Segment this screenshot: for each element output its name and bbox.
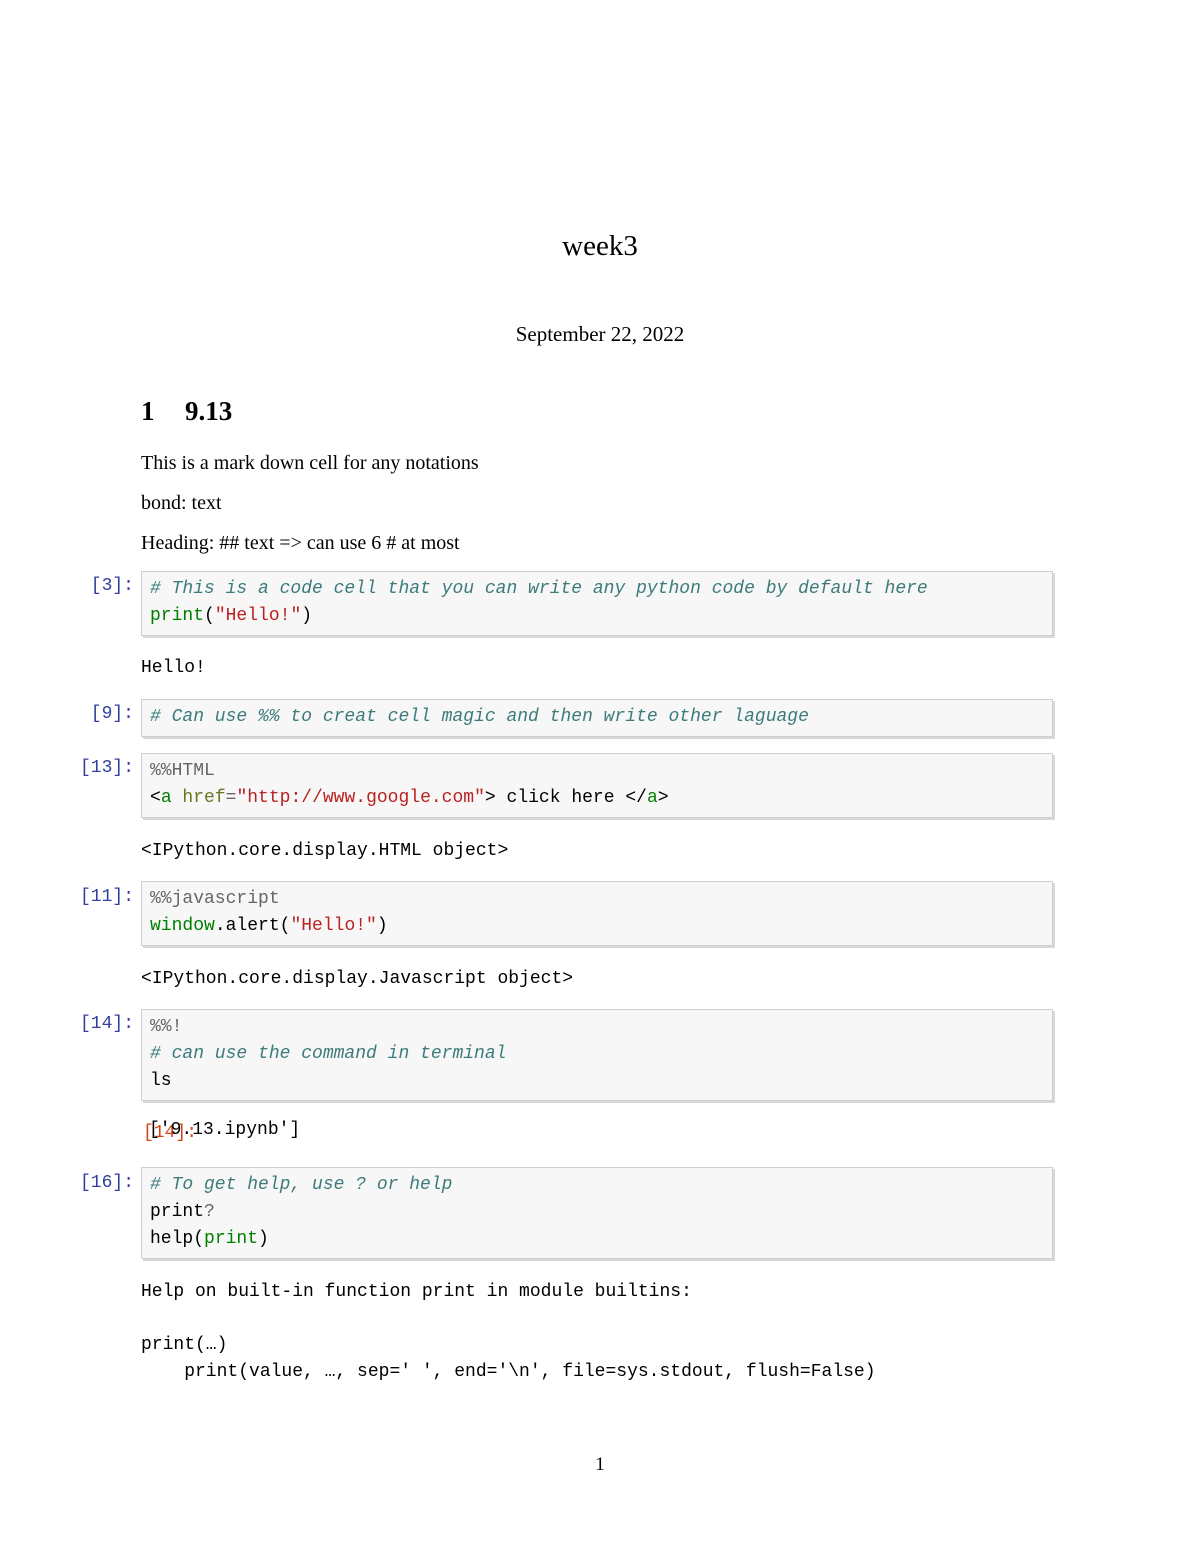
code-punct: > — [657, 788, 669, 808]
code-punct: ) — [301, 606, 313, 626]
code-text: help( — [150, 1229, 205, 1249]
input-prompt: [16]: — [79, 1173, 134, 1193]
code-punct: ) — [376, 916, 388, 936]
code-string: "Hello!" — [214, 606, 302, 626]
section-title: 9.13 — [185, 396, 233, 426]
input-prompt: [9]: — [90, 704, 134, 724]
help-output-line: Help on built-in function print in modul… — [141, 1282, 692, 1302]
code-cell[interactable]: %%! # can use the command in terminal ls — [141, 1009, 1053, 1101]
code-cell[interactable]: # Can use %% to creat cell magic and the… — [141, 699, 1053, 737]
input-prompt: [11]: — [79, 887, 134, 907]
code-punct: > — [484, 788, 496, 808]
code-builtin: window — [150, 916, 215, 936]
document-date: September 22, 2022 — [515, 322, 685, 346]
markdown-line: This is a mark down cell for any notatio… — [141, 452, 479, 474]
code-line: # This is a code cell that you can write… — [150, 576, 1044, 603]
code-string: "Hello!" — [290, 916, 377, 936]
code-cell[interactable]: %%HTML <a href="http://www.google.com"> … — [141, 753, 1053, 818]
code-line: # Can use %% to creat cell magic and the… — [150, 704, 1044, 731]
cell-output: <IPython.core.display.Javascript object> — [141, 969, 574, 989]
code-comment: # This is a code cell that you can write… — [150, 579, 928, 599]
code-builtin: print — [204, 1229, 259, 1249]
code-line: print("Hello!") — [150, 603, 1044, 630]
code-comment: # To get help, use ? or help — [150, 1175, 453, 1195]
code-cell[interactable]: # This is a code cell that you can write… — [141, 571, 1053, 636]
code-line: %%! — [150, 1014, 1044, 1041]
code-text: click here — [495, 788, 626, 808]
code-builtin: print — [150, 606, 205, 626]
code-cell[interactable]: %%javascript window.alert("Hello!") — [141, 881, 1053, 946]
page-number: 1 — [595, 1454, 605, 1475]
code-line: print? — [150, 1199, 1044, 1226]
code-string: "http://www.google.com" — [236, 788, 485, 808]
html-tag: a — [646, 788, 658, 808]
code-comment: # Can use %% to creat cell magic and the… — [150, 707, 809, 727]
input-prompt: [13]: — [79, 758, 134, 778]
code-operator: = — [225, 788, 237, 808]
code-punct: < — [150, 788, 161, 808]
cell-magic: %%! — [150, 1017, 183, 1037]
cell-magic: %%HTML — [150, 761, 215, 781]
code-line: window.alert("Hello!") — [150, 913, 1044, 940]
code-line: ls — [150, 1068, 1044, 1095]
code-cell[interactable]: # To get help, use ? or help print? help… — [141, 1167, 1053, 1259]
code-text: print — [150, 1202, 205, 1222]
markdown-line: Heading: ## text => can use 6 # at most — [141, 532, 460, 554]
code-text: .alert( — [214, 916, 291, 936]
code-punct: ( — [204, 606, 215, 626]
cell-output: Hello! — [141, 658, 206, 678]
help-output-line: print(value, …, sep=' ', end='\n', file=… — [141, 1362, 876, 1382]
code-line: # To get help, use ? or help — [150, 1172, 1044, 1199]
code-operator: ? — [204, 1202, 215, 1222]
markdown-line: bond: text — [141, 492, 222, 514]
code-line: %%javascript — [150, 886, 1044, 913]
section-number: 1 — [141, 396, 155, 426]
cell-output: <IPython.core.display.HTML object> — [141, 841, 509, 861]
input-prompt: [3]: — [90, 576, 134, 596]
cell-output: ['9.13.ipynb'] — [149, 1120, 301, 1140]
code-line: help(print) — [150, 1226, 1044, 1253]
code-line: # can use the command in terminal — [150, 1041, 1044, 1068]
html-attribute: href — [171, 788, 226, 808]
code-line: <a href="http://www.google.com"> click h… — [150, 785, 1044, 812]
code-comment: # can use the command in terminal — [150, 1044, 507, 1064]
cell-magic: %%javascript — [150, 889, 280, 909]
code-punct: </ — [625, 788, 647, 808]
document-title: week3 — [562, 230, 638, 262]
help-output-line: print(…) — [141, 1335, 228, 1355]
section-heading: 1 9.13 — [141, 396, 232, 427]
notebook-page: week3 September 22, 2022 1 9.13 This is a… — [0, 0, 1200, 1553]
code-punct: ) — [258, 1229, 269, 1249]
input-prompt: [14]: — [79, 1014, 134, 1034]
code-text: ls — [150, 1071, 172, 1091]
html-tag: a — [160, 788, 172, 808]
code-line: %%HTML — [150, 758, 1044, 785]
